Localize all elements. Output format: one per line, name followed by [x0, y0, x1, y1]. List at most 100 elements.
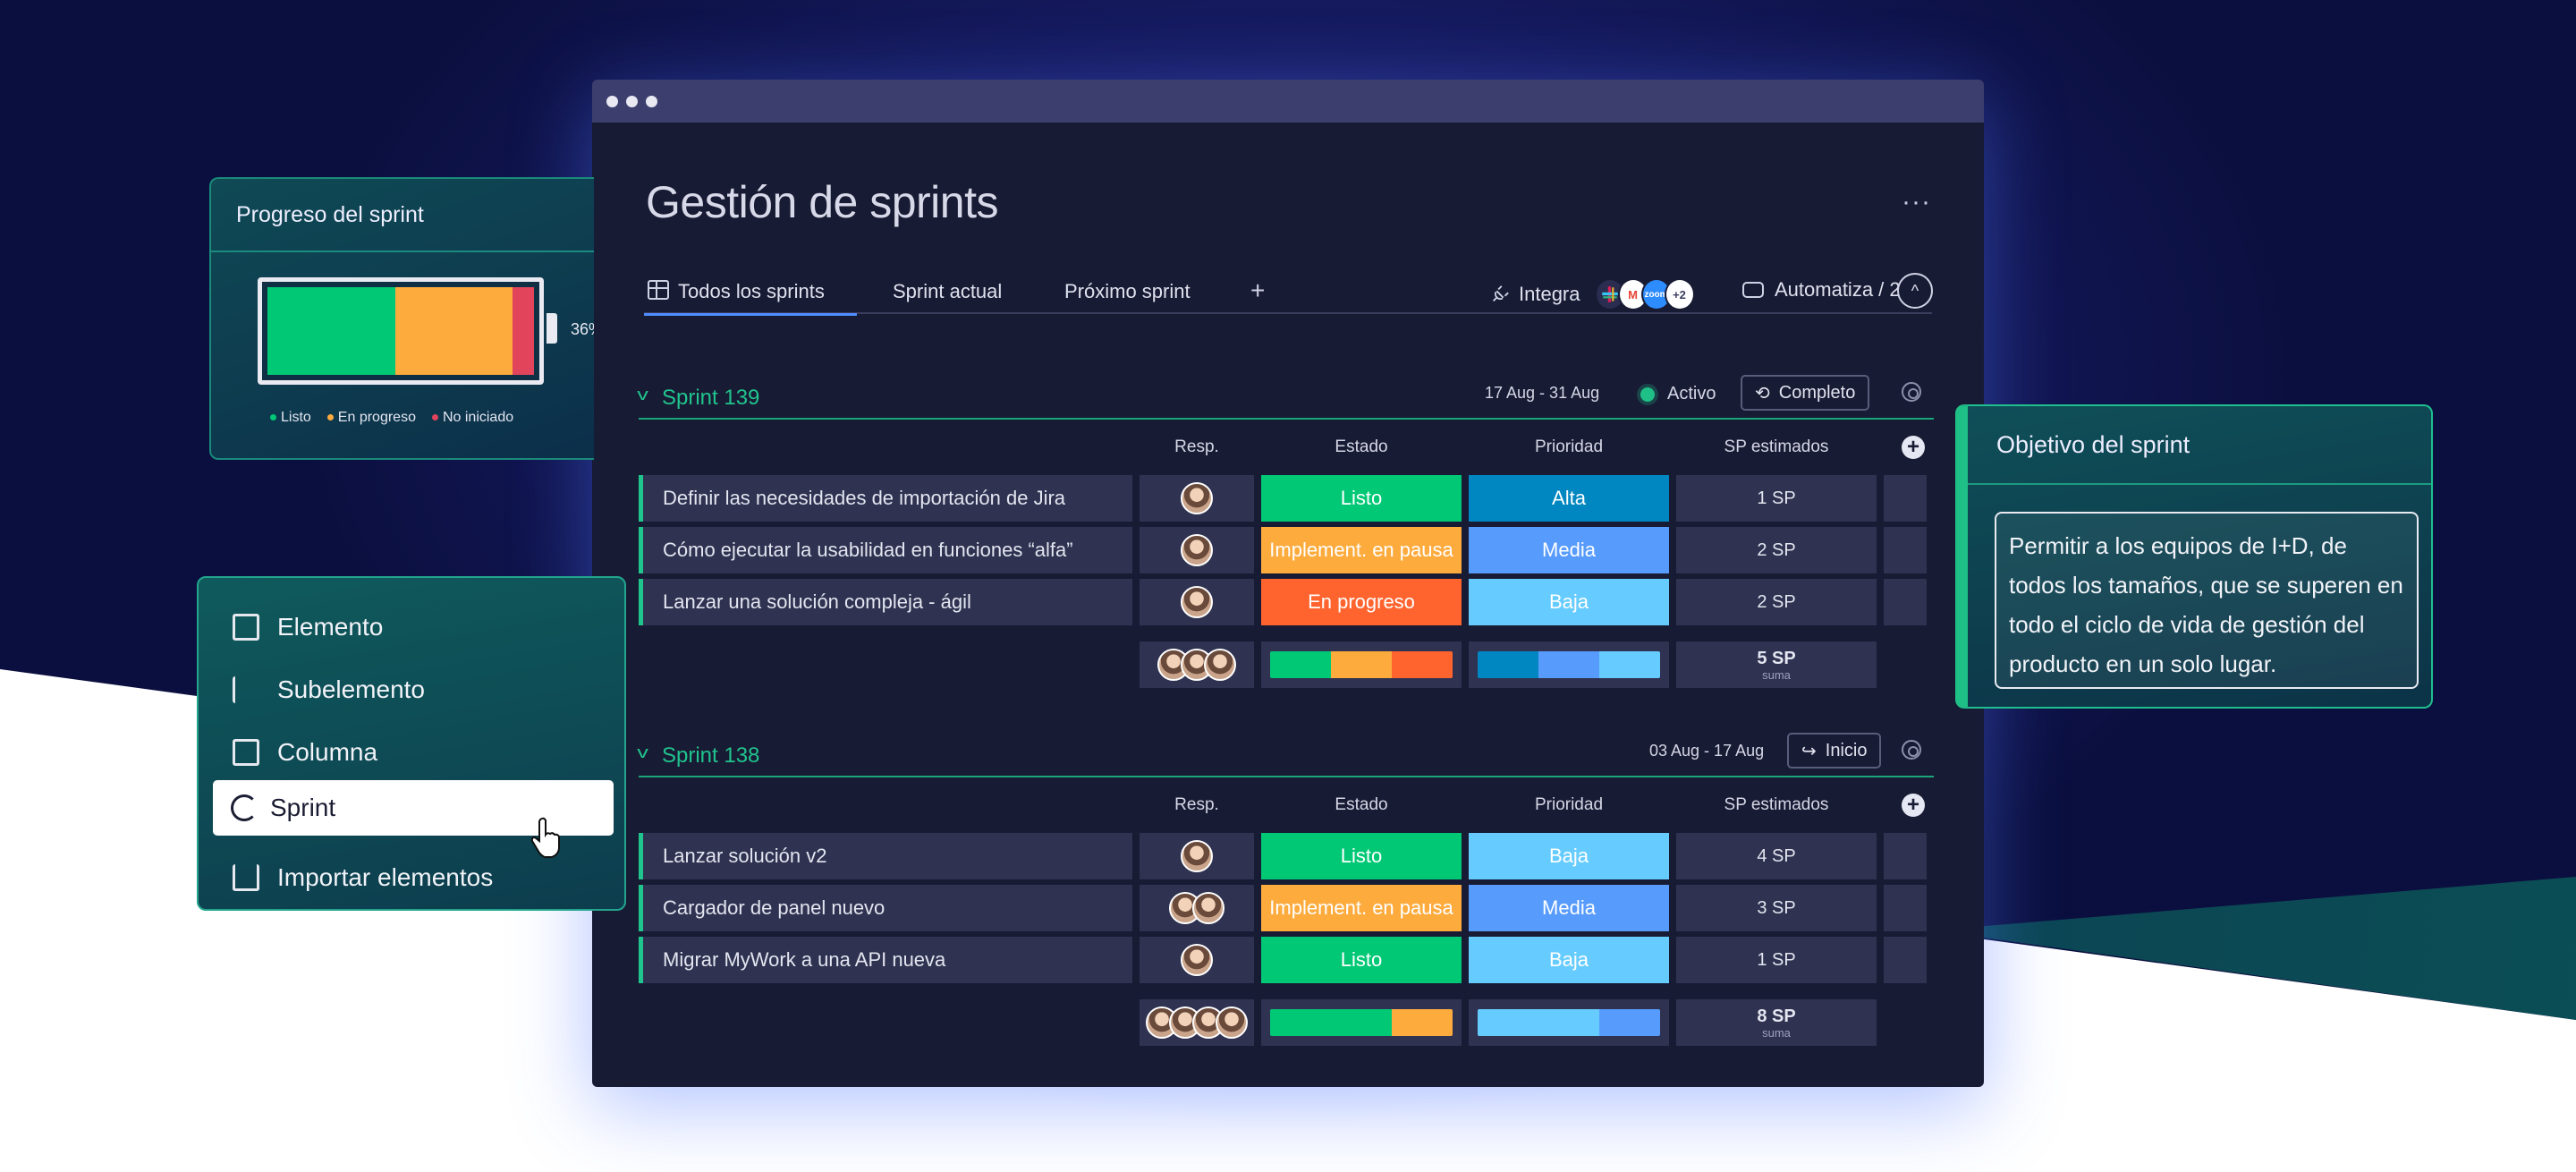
sp-cell[interactable]: 1 SP	[1676, 475, 1877, 522]
table-row[interactable]: Cómo ejecutar la usabilidad en funciones…	[639, 527, 1934, 573]
table-row[interactable]: Lanzar una solución compleja - ágil En p…	[639, 579, 1934, 625]
sp-cell[interactable]: 2 SP	[1676, 579, 1877, 625]
sp-cell[interactable]: 3 SP	[1676, 885, 1877, 931]
item-name[interactable]: Lanzar una solución compleja - ágil	[639, 579, 1132, 625]
summary-segment	[1599, 1009, 1660, 1036]
prioridad-cell[interactable]: Media	[1469, 527, 1669, 573]
more-options-button[interactable]: ···	[1902, 187, 1931, 217]
column-header-resp: Resp.	[1174, 437, 1219, 456]
gear-icon[interactable]	[1902, 382, 1921, 402]
start-sprint-button[interactable]: ↪ Inicio	[1787, 733, 1882, 769]
summary-segment	[1478, 1009, 1599, 1036]
prioridad-cell[interactable]: Baja	[1469, 579, 1669, 625]
view-tabs: Todos los sprints Sprint actual Próximo …	[644, 273, 1933, 316]
item-name[interactable]: Lanzar solución v2	[639, 833, 1132, 879]
group-name[interactable]: Sprint 138	[662, 743, 759, 769]
group-header: v Sprint 139 17 Aug - 31 Aug Activo ⟲ Co…	[637, 375, 1934, 420]
prioridad-cell[interactable]: Alta	[1469, 475, 1669, 522]
column-header-prioridad: Prioridad	[1534, 437, 1604, 456]
sp-total: 8 SP	[1757, 1006, 1796, 1026]
menu-item-label: Sprint	[270, 794, 336, 821]
group-dates: 03 Aug - 17 Aug	[1649, 742, 1765, 760]
plug-icon	[1493, 285, 1509, 301]
resp-cell[interactable]	[1140, 937, 1254, 983]
avatar	[1181, 944, 1213, 976]
estado-cell[interactable]: En progreso	[1261, 579, 1462, 625]
table-row[interactable]: Lanzar solución v2 Listo Baja 4 SP	[639, 833, 1934, 879]
item-name[interactable]: Definir las necesidades de importación d…	[639, 475, 1132, 522]
avatar	[1181, 586, 1213, 618]
menu-item-subelemento[interactable]: Subelemento	[213, 662, 614, 718]
import-icon	[233, 864, 259, 891]
resp-cell[interactable]	[1140, 579, 1254, 625]
resp-cell[interactable]	[1140, 885, 1254, 931]
menu-item-elemento[interactable]: Elemento	[213, 599, 614, 655]
estado-cell[interactable]: Listo	[1261, 833, 1462, 879]
tab-all-sprints[interactable]: Todos los sprints	[644, 278, 857, 316]
chevron-down-icon[interactable]: v	[637, 386, 648, 404]
collapse-button[interactable]: ^	[1897, 273, 1933, 309]
progress-percent: 36%	[571, 320, 594, 338]
table-row[interactable]: Cargador de panel nuevo Implement. en pa…	[639, 885, 1934, 931]
window-dot[interactable]	[606, 95, 618, 107]
divider	[1968, 483, 2431, 485]
table-row[interactable]: Migrar MyWork a una API nueva Listo Baja…	[639, 937, 1934, 983]
column-header-estado: Estado	[1335, 437, 1388, 456]
item-name[interactable]: Cargador de panel nuevo	[639, 885, 1132, 931]
automate-button[interactable]: Automatiza / 2	[1742, 278, 1901, 301]
add-view-button[interactable]: +	[1250, 275, 1265, 310]
add-column-button[interactable]: +	[1902, 436, 1925, 459]
battery-segment-progreso	[395, 287, 513, 375]
window-dot[interactable]	[626, 95, 638, 107]
item-name[interactable]: Migrar MyWork a una API nueva	[639, 937, 1132, 983]
tab-label: Todos los sprints	[678, 280, 825, 302]
avatar	[1192, 892, 1224, 924]
gear-icon[interactable]	[1902, 740, 1921, 760]
menu-item-columna[interactable]: Columna	[213, 725, 614, 780]
chevron-down-icon[interactable]: v	[637, 743, 648, 762]
title-bar	[592, 80, 1984, 123]
battery-cap	[547, 313, 557, 344]
empty-cell[interactable]	[1884, 937, 1927, 983]
resp-cell[interactable]	[1140, 833, 1254, 879]
resp-cell[interactable]	[1140, 527, 1254, 573]
table-row[interactable]: Definir las necesidades de importación d…	[639, 475, 1934, 522]
empty-cell[interactable]	[1884, 833, 1927, 879]
resp-cell[interactable]	[1140, 475, 1254, 522]
add-column-button[interactable]: +	[1902, 794, 1925, 817]
card-title: Progreso del sprint	[236, 202, 424, 227]
summary-segment	[1331, 651, 1392, 678]
sp-cell[interactable]: 1 SP	[1676, 937, 1877, 983]
empty-cell[interactable]	[1884, 885, 1927, 931]
empty-cell[interactable]	[1884, 527, 1927, 573]
window-dot[interactable]	[646, 95, 657, 107]
estado-cell[interactable]: Implement. en pausa	[1261, 885, 1462, 931]
item-name[interactable]: Cómo ejecutar la usabilidad en funciones…	[639, 527, 1132, 573]
estado-cell[interactable]: Listo	[1261, 937, 1462, 983]
group-name[interactable]: Sprint 139	[662, 386, 759, 411]
sp-cell[interactable]: 2 SP	[1676, 527, 1877, 573]
summary-segment	[1270, 1009, 1392, 1036]
group-dates: 17 Aug - 31 Aug	[1485, 384, 1600, 402]
prioridad-cell[interactable]: Baja	[1469, 833, 1669, 879]
estado-cell[interactable]: Implement. en pausa	[1261, 527, 1462, 573]
prioridad-cell[interactable]: Baja	[1469, 937, 1669, 983]
avatar	[1181, 482, 1213, 514]
estado-cell[interactable]: Listo	[1261, 475, 1462, 522]
column-header-prioridad: Prioridad	[1534, 795, 1604, 814]
sprint-goal-text[interactable]: Permitir a los equipos de I+D, de todos …	[1995, 512, 2419, 689]
legend-item: En progreso	[326, 410, 416, 426]
column-header-resp: Resp.	[1174, 795, 1219, 814]
resp-summary	[1140, 999, 1254, 1046]
tab-current-sprint[interactable]: Sprint actual	[893, 278, 1002, 314]
sprint-icon	[231, 794, 258, 821]
integrate-button[interactable]: Integra M zoom +2	[1490, 278, 1695, 310]
empty-cell[interactable]	[1884, 579, 1927, 625]
empty-cell[interactable]	[1884, 475, 1927, 522]
prioridad-cell[interactable]: Media	[1469, 885, 1669, 931]
sp-total-label: suma	[1762, 667, 1791, 682]
sp-cell[interactable]: 4 SP	[1676, 833, 1877, 879]
complete-sprint-button[interactable]: ⟲ Completo	[1741, 375, 1870, 411]
tab-next-sprint[interactable]: Próximo sprint	[1064, 278, 1191, 314]
chevron-up-icon: ^	[1911, 281, 1919, 300]
